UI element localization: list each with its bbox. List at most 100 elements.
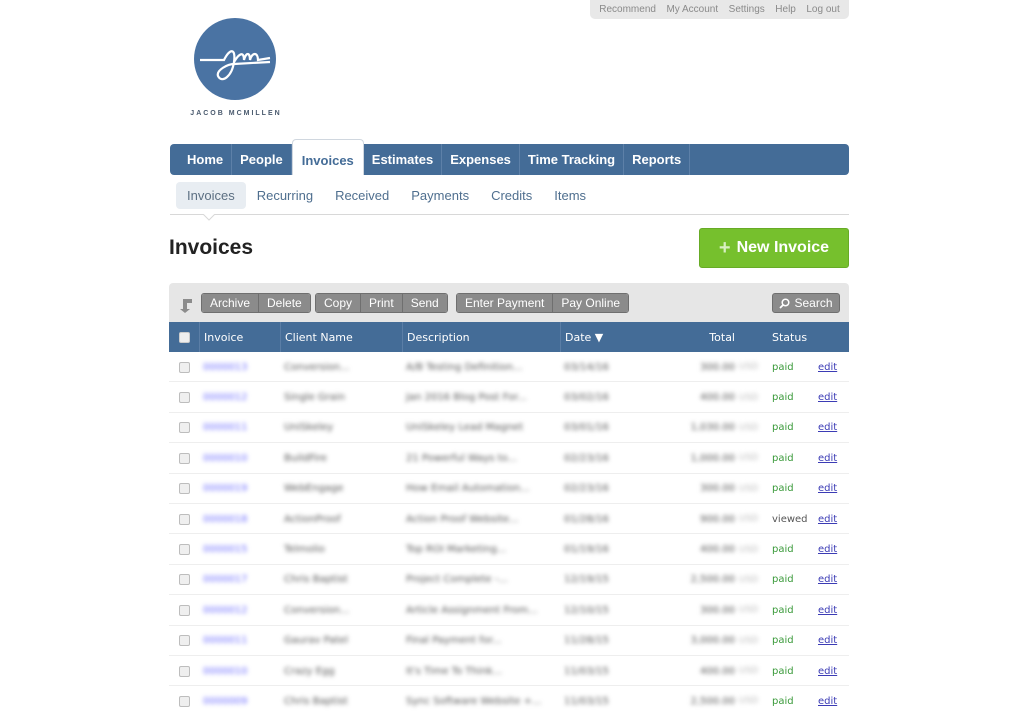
row-checkbox[interactable] [178,574,190,586]
edit-link[interactable]: edit [818,544,837,555]
invoice-number-link[interactable]: 0000018 [199,514,280,525]
tab-people[interactable]: People [232,144,292,175]
edit-link[interactable]: edit [818,453,837,464]
description: Action Proof Website... [406,513,519,525]
enter-payment-button[interactable]: Enter Payment [457,294,554,312]
invoice-number-link[interactable]: 0000011 [199,635,280,646]
select-all-checkbox[interactable] [178,331,190,343]
logout-link[interactable]: Log out [806,4,839,15]
my-account-link[interactable]: My Account [666,4,718,15]
tab-estimates[interactable]: Estimates [364,144,443,175]
invoice-number-link[interactable]: 0000009 [199,696,280,707]
pay-online-button[interactable]: Pay Online [553,294,629,312]
currency: USD [739,666,759,677]
invoice-number-link[interactable]: 0000015 [199,544,280,555]
send-button[interactable]: Send [402,294,447,312]
row-checkbox[interactable] [178,361,190,373]
description: 21 Powerful Ways to... [406,452,518,464]
tab-home[interactable]: Home [170,144,233,175]
invoice-total: 400.00 [700,392,735,404]
status-badge: paid [772,544,794,556]
row-checkbox[interactable] [178,513,190,525]
invoice-number-link[interactable]: 0000013 [199,362,280,373]
description: UniSkeley Lead Magnet [406,422,524,434]
edit-link[interactable]: edit [818,362,837,373]
company-logo[interactable]: JACOB MCMILLEN [180,18,292,122]
edit-link[interactable]: edit [818,635,837,646]
header-date[interactable]: Date ▼ [560,322,647,352]
edit-link[interactable]: edit [818,666,837,677]
edit-link[interactable]: edit [818,605,837,616]
invoice-date: 11/03/15 [564,665,609,677]
invoice-number-link[interactable]: 0000019 [199,483,280,494]
row-checkbox[interactable] [178,604,190,616]
subtab-recurring[interactable]: Recurring [246,182,324,209]
edit-link[interactable]: edit [818,392,837,403]
row-checkbox[interactable] [178,392,190,404]
invoice-number-link[interactable]: 0000012 [199,605,280,616]
subtab-credits[interactable]: Credits [480,182,543,209]
recommend-link[interactable]: Recommend [599,4,656,15]
subtab-received[interactable]: Received [324,182,400,209]
invoice-date: 02/23/16 [564,483,609,495]
settings-link[interactable]: Settings [729,4,765,15]
invoice-date: 01/28/16 [564,513,609,525]
row-checkbox[interactable] [178,544,190,556]
currency: USD [739,392,759,403]
edit-link[interactable]: edit [818,422,837,433]
header-invoice[interactable]: Invoice [199,322,280,352]
status-badge: paid [772,392,794,404]
invoice-date: 12/10/15 [564,604,609,616]
status-badge: paid [772,574,794,586]
client-name: Single Grain [284,392,346,404]
invoice-number-link[interactable]: 0000012 [199,392,280,403]
search-label: Search [794,296,833,310]
client-name: Conversion... [284,604,350,616]
tab-reports[interactable]: Reports [624,144,691,175]
row-checkbox[interactable] [178,665,190,677]
row-checkbox[interactable] [178,422,190,434]
archive-button[interactable]: Archive [202,294,260,312]
table-row: 0000011 UniSkeley UniSkeley Lead Magnet … [169,413,849,444]
subtab-invoices[interactable]: Invoices [176,181,246,209]
logo-name: JACOB MCMILLEN [190,110,282,117]
search-button[interactable]: Search [772,293,840,313]
invoice-number-link[interactable]: 0000011 [199,422,280,433]
invoice-date: 03/02/16 [564,392,609,404]
row-checkbox[interactable] [178,452,190,464]
edit-link[interactable]: edit [818,483,837,494]
header-total[interactable]: Total [647,331,739,344]
client-name: Conversion... [284,361,350,373]
tab-invoices[interactable]: Invoices [291,139,364,175]
row-checkbox[interactable] [178,695,190,707]
copy-print-send-group: Copy Print Send [315,293,448,313]
new-invoice-button[interactable]: + New Invoice [699,228,849,268]
client-name: ActionProof [284,513,341,525]
print-button[interactable]: Print [361,294,403,312]
row-checkbox[interactable] [178,635,190,647]
edit-link[interactable]: edit [818,514,837,525]
edit-link[interactable]: edit [818,574,837,585]
edit-link[interactable]: edit [818,696,837,707]
copy-button[interactable]: Copy [316,294,362,312]
currency: USD [739,605,759,616]
header-client-name[interactable]: Client Name [280,322,402,352]
description: Article Assignment From... [406,604,538,616]
utility-links: Recommend My Account Settings Help Log o… [590,0,849,19]
delete-button[interactable]: Delete [259,294,310,312]
description: Final Payment for... [406,635,502,647]
header-description[interactable]: Description [402,322,560,352]
table-row: 0000013 Conversion... A/B Testing Defini… [169,352,849,383]
help-link[interactable]: Help [775,4,796,15]
row-checkbox[interactable] [178,483,190,495]
status-badge: paid [772,665,794,677]
subtab-items[interactable]: Items [543,182,597,209]
tab-time-tracking[interactable]: Time Tracking [520,144,625,175]
invoice-number-link[interactable]: 0000010 [199,666,280,677]
subtab-payments[interactable]: Payments [400,182,480,209]
invoice-number-link[interactable]: 0000010 [199,453,280,464]
tab-expenses[interactable]: Expenses [442,144,520,175]
invoice-number-link[interactable]: 0000017 [199,574,280,585]
table-row: 0000010 BuildFire 21 Powerful Ways to...… [169,443,849,474]
header-status[interactable]: Status [764,331,814,344]
